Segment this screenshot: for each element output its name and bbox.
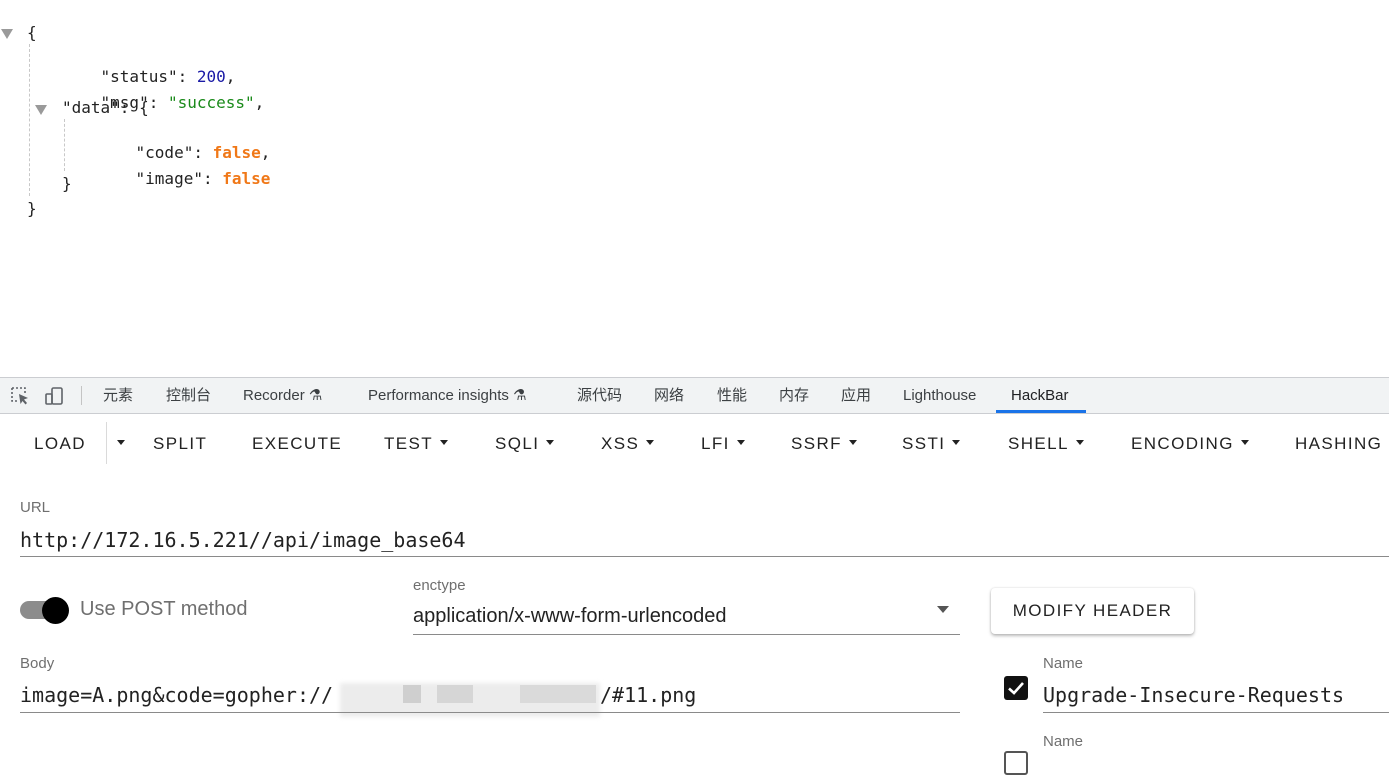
body-input-end[interactable]: /#11.png: [600, 683, 696, 707]
json-close-brace: }: [27, 199, 37, 218]
tab-application[interactable]: 应用: [841, 378, 871, 413]
json-open-brace: {: [27, 23, 37, 42]
json-key-image: "image":: [135, 169, 223, 188]
indent-guide: [29, 44, 30, 196]
chevron-down-icon: [1075, 440, 1084, 446]
chevron-down-icon: [117, 440, 125, 446]
header-2-checkbox[interactable]: [1004, 751, 1028, 775]
post-toggle-knob[interactable]: [42, 597, 69, 624]
tab-recorder[interactable]: Recorder ⚗: [243, 378, 322, 413]
sqli-menu-button[interactable]: SQLI: [495, 433, 555, 455]
dropdown-arrow-icon[interactable]: [937, 606, 949, 613]
tab-elements[interactable]: 元素: [103, 378, 133, 413]
encoding-menu-button[interactable]: ENCODING: [1131, 433, 1249, 455]
shell-label: SHELL: [1008, 434, 1069, 453]
header-name-label: Name: [1043, 655, 1084, 672]
devtools-tab-bar: 元素 控制台 Recorder ⚗ Performance insights ⚗…: [0, 377, 1389, 414]
redacted-block: [520, 685, 596, 703]
checkmark-icon: [1008, 682, 1024, 695]
body-label: Body: [20, 655, 55, 672]
tab-sources[interactable]: 源代码: [577, 378, 622, 413]
load-dropdown-button[interactable]: [110, 433, 130, 455]
json-data-line: "data": {: [62, 98, 149, 117]
execute-button[interactable]: EXECUTE: [252, 433, 342, 455]
tab-console[interactable]: 控制台: [166, 378, 211, 413]
ssti-label: SSTI: [902, 434, 946, 453]
redacted-block: [403, 685, 421, 703]
chevron-down-icon: [848, 440, 857, 446]
chevron-down-icon: [952, 440, 961, 446]
redacted-block: [437, 685, 473, 703]
url-label: URL: [20, 499, 51, 516]
chevron-down-icon: [736, 440, 745, 446]
body-input-start[interactable]: image=A.png&code=gopher://: [20, 683, 333, 707]
tab-memory[interactable]: 内存: [779, 378, 809, 413]
enctype-select[interactable]: application/x-www-form-urlencoded: [413, 605, 726, 628]
header-name-underline: [1043, 712, 1389, 713]
body-underline: [20, 712, 960, 713]
header-2-name-label: Name: [1043, 733, 1084, 750]
header-enabled-checkbox[interactable]: [1004, 676, 1028, 700]
lfi-label: LFI: [701, 434, 730, 453]
collapse-root-icon[interactable]: [1, 29, 13, 39]
sqli-label: SQLI: [495, 434, 540, 453]
test-menu-button[interactable]: TEST: [384, 433, 449, 455]
xss-menu-button[interactable]: XSS: [601, 433, 655, 455]
shell-menu-button[interactable]: SHELL: [1008, 433, 1084, 455]
tab-performance-insights[interactable]: Performance insights ⚗: [368, 378, 527, 413]
json-value-msg: "success": [167, 93, 255, 112]
load-split-divider: [106, 422, 107, 464]
json-image-line: "image": false: [97, 149, 271, 209]
lfi-menu-button[interactable]: LFI: [701, 433, 745, 455]
header-name-input[interactable]: Upgrade-Insecure-Requests: [1043, 683, 1344, 707]
split-button[interactable]: SPLIT: [153, 433, 207, 455]
test-label: TEST: [384, 434, 434, 453]
ssrf-menu-button[interactable]: SSRF: [791, 433, 857, 455]
load-button[interactable]: LOAD: [34, 433, 86, 455]
chevron-down-icon: [646, 440, 655, 446]
tab-lighthouse[interactable]: Lighthouse: [903, 378, 976, 413]
ssrf-label: SSRF: [791, 434, 842, 453]
url-underline: [20, 556, 1389, 557]
tab-network[interactable]: 网络: [654, 378, 684, 413]
encoding-label: ENCODING: [1131, 434, 1234, 453]
device-toolbar-icon[interactable]: [44, 386, 64, 406]
xss-label: XSS: [601, 434, 640, 453]
toolbar-divider: [81, 386, 82, 405]
json-data-close-brace: }: [62, 174, 72, 193]
hashing-label: HASHING: [1295, 434, 1383, 453]
enctype-underline: [413, 634, 960, 635]
collapse-data-icon[interactable]: [35, 105, 47, 115]
tab-hackbar[interactable]: HackBar: [1011, 378, 1069, 413]
json-viewer: { "status": 200, "msg": "success", "data…: [0, 0, 1389, 378]
modify-header-button[interactable]: MODIFY HEADER: [991, 588, 1194, 634]
inspect-element-icon[interactable]: [10, 386, 30, 406]
json-comma: ,: [254, 93, 265, 112]
chevron-down-icon: [546, 440, 555, 446]
chevron-down-icon: [440, 440, 449, 446]
use-post-label: Use POST method: [80, 598, 248, 620]
enctype-label: enctype: [413, 577, 466, 594]
url-input[interactable]: http://172.16.5.221//api/image_base64: [20, 528, 466, 552]
chevron-down-icon: [1240, 440, 1249, 446]
hashing-menu-button[interactable]: HASHING: [1295, 433, 1382, 455]
ssti-menu-button[interactable]: SSTI: [902, 433, 961, 455]
hackbar-panel: LOAD SPLIT EXECUTE TEST SQLI XSS LFI SSR…: [0, 413, 1389, 775]
json-value-image: false: [222, 169, 271, 188]
tab-performance[interactable]: 性能: [717, 378, 747, 413]
